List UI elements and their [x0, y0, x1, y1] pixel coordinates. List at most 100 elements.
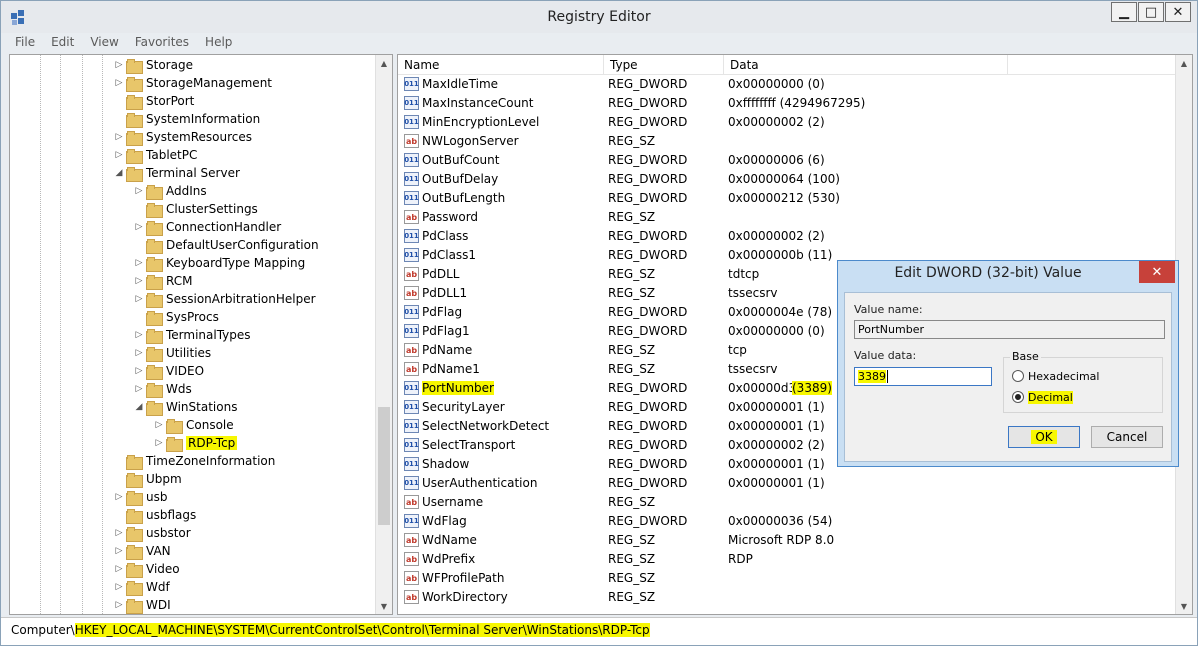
- string-value-icon: ab: [404, 134, 419, 148]
- value-row[interactable]: ab WdName REG_SZ Microsoft RDP 8.0: [398, 531, 1176, 550]
- radio-hexadecimal-icon[interactable]: [1012, 370, 1024, 382]
- expand-arrow-icon[interactable]: ▷: [114, 564, 124, 574]
- expand-arrow-icon[interactable]: ▷: [134, 366, 144, 376]
- expand-arrow-icon[interactable]: ▷: [134, 294, 144, 304]
- expand-arrow-icon[interactable]: ▷: [114, 132, 124, 142]
- value-row[interactable]: ab Password REG_SZ: [398, 208, 1176, 227]
- tree-node[interactable]: ▷ AddIns: [134, 182, 207, 200]
- value-name: PdDLL: [422, 267, 460, 281]
- expand-arrow-icon[interactable]: ▷: [134, 384, 144, 394]
- expand-arrow-icon[interactable]: ▷: [114, 60, 124, 70]
- tree-node[interactable]: ◢ WinStations: [134, 398, 237, 416]
- expand-arrow-icon[interactable]: ▷: [114, 600, 124, 610]
- title-bar[interactable]: Registry Editor ▁ □ ✕: [1, 1, 1197, 33]
- ok-button[interactable]: OK: [1008, 426, 1080, 448]
- tree-node[interactable]: ▷ TabletPC: [114, 146, 197, 164]
- tree-node[interactable]: usbflags: [114, 506, 196, 524]
- expand-arrow-icon[interactable]: ▷: [134, 276, 144, 286]
- tree-node[interactable]: ▷ usbstor: [114, 524, 191, 542]
- expand-arrow-icon[interactable]: ▷: [114, 492, 124, 502]
- tree-node[interactable]: DefaultUserConfiguration: [134, 236, 319, 254]
- expand-arrow-icon[interactable]: ▷: [134, 348, 144, 358]
- value-row[interactable]: 011 UserAuthentication REG_DWORD 0x00000001…: [398, 474, 1176, 493]
- tree-node[interactable]: SystemInformation: [114, 110, 260, 128]
- dialog-close-button[interactable]: ✕: [1139, 261, 1175, 283]
- value-row[interactable]: ab WorkDirectory REG_SZ: [398, 588, 1176, 607]
- tree-node[interactable]: ▷ Console: [154, 416, 234, 434]
- radio-decimal[interactable]: Decimal: [1012, 389, 1073, 405]
- expand-arrow-icon[interactable]: ▷: [114, 582, 124, 592]
- value-row[interactable]: 011 WdFlag REG_DWORD 0x00000036 (54): [398, 512, 1176, 531]
- expand-arrow-icon[interactable]: ▷: [134, 330, 144, 340]
- expand-arrow-icon[interactable]: ▷: [154, 420, 164, 430]
- value-row[interactable]: ab WdPrefix REG_SZ RDP: [398, 550, 1176, 569]
- menu-file[interactable]: File: [7, 33, 43, 53]
- tree-node[interactable]: ▷ TerminalTypes: [134, 326, 251, 344]
- values-scroll-up-icon[interactable]: ▲: [1176, 55, 1192, 71]
- tree-scroll-up-icon[interactable]: ▲: [376, 55, 392, 71]
- tree-node[interactable]: StorPort: [114, 92, 194, 110]
- value-row[interactable]: ab Username REG_SZ: [398, 493, 1176, 512]
- value-row[interactable]: 011 MaxInstanceCount REG_DWORD 0xffffffff (…: [398, 94, 1176, 113]
- tree-node[interactable]: ClusterSettings: [134, 200, 258, 218]
- expand-arrow-icon[interactable]: ▷: [154, 438, 164, 448]
- collapse-arrow-icon[interactable]: ◢: [114, 168, 124, 178]
- tree-node[interactable]: ▷ RDP-Tcp: [154, 434, 238, 452]
- tree-node[interactable]: ▷ KeyboardType Mapping: [134, 254, 305, 272]
- tree-node[interactable]: TimeZoneInformation: [114, 452, 275, 470]
- value-row[interactable]: 011 PdClass REG_DWORD 0x00000002 (2): [398, 227, 1176, 246]
- maximize-button[interactable]: □: [1138, 2, 1164, 22]
- column-header-type[interactable]: Type: [604, 55, 724, 75]
- menu-edit[interactable]: Edit: [43, 33, 82, 53]
- registry-tree-pane[interactable]: ▲ ▼ ▷ Storage ▷ StorageManagement StorPort Sy…: [9, 54, 393, 615]
- tree-scroll-down-icon[interactable]: ▼: [376, 598, 392, 614]
- expand-arrow-icon[interactable]: ▷: [114, 150, 124, 160]
- tree-node[interactable]: ▷ Storage: [114, 56, 193, 74]
- tree-node[interactable]: SysProcs: [134, 308, 219, 326]
- minimize-button[interactable]: ▁: [1111, 2, 1137, 22]
- value-row[interactable]: 011 OutBufLength REG_DWORD 0x00000212 (530): [398, 189, 1176, 208]
- value-row[interactable]: ab NWLogonServer REG_SZ: [398, 132, 1176, 151]
- value-row[interactable]: 011 MinEncryptionLevel REG_DWORD 0x00000002…: [398, 113, 1176, 132]
- value-row[interactable]: 011 OutBufDelay REG_DWORD 0x00000064 (100): [398, 170, 1176, 189]
- tree-scroll-thumb[interactable]: [378, 407, 390, 525]
- tree-vertical-scrollbar[interactable]: ▲ ▼: [375, 55, 392, 614]
- close-button[interactable]: ✕: [1165, 2, 1191, 22]
- expand-arrow-icon[interactable]: ▷: [134, 222, 144, 232]
- menu-help[interactable]: Help: [197, 33, 240, 53]
- tree-node[interactable]: ▷ RCM: [134, 272, 192, 290]
- tree-node[interactable]: ◢ Terminal Server: [114, 164, 240, 182]
- tree-node[interactable]: ▷ Wdf: [114, 578, 170, 596]
- tree-node[interactable]: ▷ Utilities: [134, 344, 211, 362]
- tree-node[interactable]: ▷ VAN: [114, 542, 171, 560]
- folder-icon: [126, 454, 143, 470]
- tree-node[interactable]: ▷ ConnectionHandler: [134, 218, 281, 236]
- expand-arrow-icon[interactable]: ▷: [114, 78, 124, 88]
- tree-node[interactable]: ▷ usb: [114, 488, 167, 506]
- tree-node[interactable]: ▷ Video: [114, 560, 180, 578]
- value-row[interactable]: ab WFProfilePath REG_SZ: [398, 569, 1176, 588]
- collapse-arrow-icon[interactable]: ◢: [134, 402, 144, 412]
- radio-decimal-icon[interactable]: [1012, 391, 1024, 403]
- column-header-name[interactable]: Name: [398, 55, 604, 75]
- column-header-data[interactable]: Data: [724, 55, 1008, 75]
- menu-view[interactable]: View: [82, 33, 126, 53]
- tree-node[interactable]: Ubpm: [114, 470, 182, 488]
- cancel-button[interactable]: Cancel: [1091, 426, 1163, 448]
- values-scroll-down-icon[interactable]: ▼: [1176, 598, 1192, 614]
- radio-hexadecimal[interactable]: Hexadecimal: [1012, 368, 1099, 384]
- tree-node[interactable]: ▷ SystemResources: [114, 128, 252, 146]
- tree-node[interactable]: ▷ WDI: [114, 596, 171, 614]
- expand-arrow-icon[interactable]: ▷: [114, 528, 124, 538]
- tree-node[interactable]: ▷ SessionArbitrationHelper: [134, 290, 316, 308]
- menu-favorites[interactable]: Favorites: [127, 33, 197, 53]
- tree-node[interactable]: ▷ Wds: [134, 380, 192, 398]
- value-data-input[interactable]: 3389: [854, 367, 992, 386]
- value-row[interactable]: 011 MaxIdleTime REG_DWORD 0x00000000 (0): [398, 75, 1176, 94]
- tree-node[interactable]: ▷ VIDEO: [134, 362, 204, 380]
- value-row[interactable]: 011 OutBufCount REG_DWORD 0x00000006 (6): [398, 151, 1176, 170]
- expand-arrow-icon[interactable]: ▷: [114, 546, 124, 556]
- tree-node[interactable]: ▷ StorageManagement: [114, 74, 272, 92]
- expand-arrow-icon[interactable]: ▷: [134, 186, 144, 196]
- expand-arrow-icon[interactable]: ▷: [134, 258, 144, 268]
